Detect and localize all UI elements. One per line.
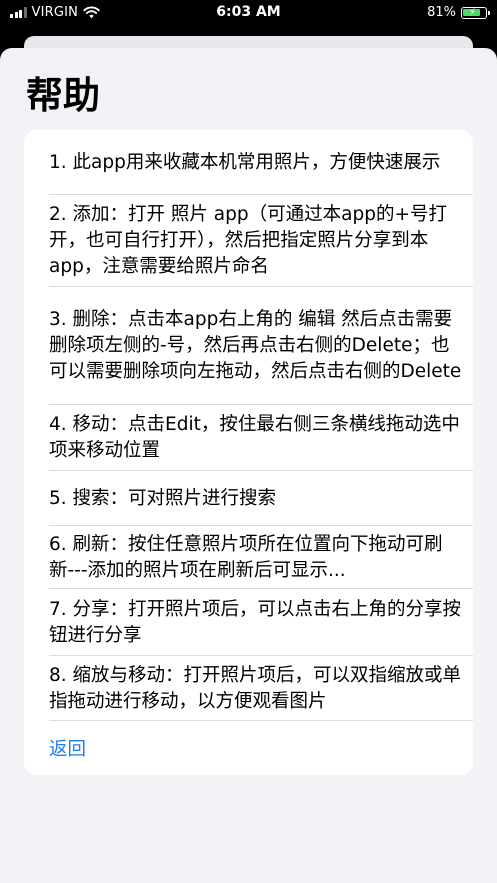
help-item-7: 7. 分享：打开照片项后，可以点击右上角的分享按钮进行分享 xyxy=(24,589,473,656)
help-item-4: 4. 移动：点击Edit，按住最右侧三条横线拖动选中项来移动位置 xyxy=(24,405,473,471)
help-item-6: 6. 刷新：按住任意照片项所在位置向下拖动可刷新---添加的照片项在刷新后可显示… xyxy=(24,526,473,589)
help-item-text: 6. 刷新：按住任意照片项所在位置向下拖动可刷新---添加的照片项在刷新后可显示… xyxy=(49,533,443,581)
help-item-3: 3. 删除：点击本app右上角的 编辑 然后点击需要删除项左侧的-号，然后再点击… xyxy=(24,287,473,405)
help-item-2: 2. 添加：打开 照片 app（可通过本app的+号打开，也可自行打开），然后把… xyxy=(24,195,473,287)
help-item-text: 3. 删除：点击本app右上角的 编辑 然后点击需要删除项左侧的-号，然后再点击… xyxy=(49,309,462,382)
help-list: 1. 此app用来收藏本机常用照片，方便快速展示 2. 添加：打开 照片 app… xyxy=(24,130,473,775)
battery-cap xyxy=(488,10,490,15)
status-bar: VIRGIN 6:03 AM 81% ⚡ xyxy=(0,0,497,28)
help-item-text: 5. 搜索：可对照片进行搜索 xyxy=(49,487,277,509)
back-row: 返回 xyxy=(24,721,473,775)
help-item-text: 2. 添加：打开 照片 app（可通过本app的+号打开，也可自行打开），然后把… xyxy=(49,204,447,277)
back-button[interactable]: 返回 xyxy=(49,735,86,761)
page-title: 帮助 xyxy=(26,74,100,117)
help-item-text: 1. 此app用来收藏本机常用照片，方便快速展示 xyxy=(49,151,441,173)
charging-bolt-icon: ⚡ xyxy=(469,6,477,18)
help-item-text: 8. 缩放与移动：打开照片项后，可以双指缩放或单指拖动进行移动，以方便观看图片 xyxy=(49,664,462,712)
help-item-text: 4. 移动：点击Edit，按住最右侧三条横线拖动选中项来移动位置 xyxy=(49,414,460,461)
help-item-1: 1. 此app用来收藏本机常用照片，方便快速展示 xyxy=(24,130,473,195)
status-right: 81% ⚡ xyxy=(427,5,490,20)
status-time: 6:03 AM xyxy=(216,4,281,20)
help-item-8: 8. 缩放与移动：打开照片项后，可以双指缩放或单指拖动进行移动，以方便观看图片 xyxy=(24,656,473,721)
battery-percent: 81% xyxy=(427,5,456,20)
help-item-text: 7. 分享：打开照片项后，可以点击右上角的分享按钮进行分享 xyxy=(49,598,462,646)
battery-charging-icon: ⚡ xyxy=(461,6,490,19)
help-item-5: 5. 搜索：可对照片进行搜索 xyxy=(24,471,473,526)
